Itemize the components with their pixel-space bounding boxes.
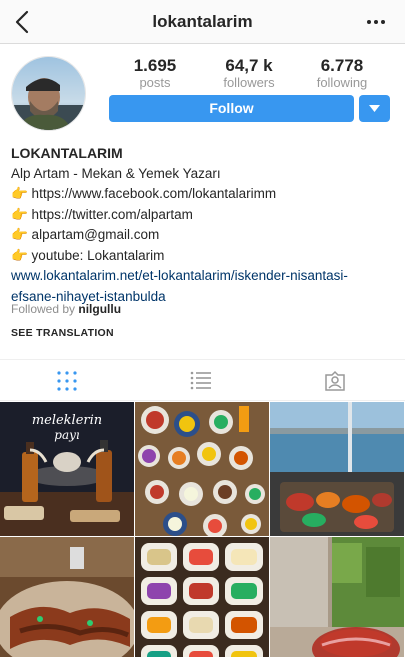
more-horizontal-icon[interactable] [365,14,387,30]
stat-posts[interactable]: 1.695 posts [115,57,195,91]
post-1-text-bottom: payı [54,428,80,442]
profile-avatar[interactable] [11,56,86,131]
follow-button[interactable]: Follow [109,95,354,122]
post-thumbnail-4[interactable] [0,537,134,657]
bio-line-youtube: 👉 youtube: Lokantalarim [11,247,165,263]
profile-view-tabs [0,359,405,401]
bio-line-email: 👉 alpartam@gmail.com [11,227,160,242]
website-link-line1[interactable]: www.lokantalarim.net/et-lokantalarim/isk… [11,266,396,287]
grid-icon[interactable] [56,370,78,392]
list-icon[interactable] [190,370,212,392]
tagged-icon[interactable] [324,370,346,392]
profile-full-name: LOKANTALARIM [11,145,123,161]
profile-username-title: lokantalarim [152,12,253,31]
followers-label: followers [223,75,275,90]
stat-followers[interactable]: 64,7 k followers [209,57,289,91]
followed-by-prefix: Followed by [11,302,76,316]
stat-following[interactable]: 6.778 following [302,57,382,91]
bio-subtitle: Alp Artam - Mekan & Yemek Yazarı [11,165,221,181]
following-count: 6.778 [320,56,364,75]
post-1-text-top: meleklerin [32,413,102,428]
post-thumbnail-3[interactable] [270,402,404,536]
top-navigation-bar: lokantalarim [0,0,405,44]
post-thumbnail-1[interactable]: meleklerin payı [0,402,134,536]
post-thumbnail-2[interactable] [135,402,269,536]
see-translation-button[interactable]: SEE TRANSLATION [11,327,114,339]
following-label: following [316,75,368,90]
posts-label: posts [139,75,171,90]
posts-count: 1.695 [133,56,177,75]
followed-by-text: Followed by nilgullu [11,302,121,316]
suggested-accounts-dropdown-button[interactable] [359,95,390,122]
bio-line-facebook: 👉 https://www.facebook.com/lokantalarimm [11,186,277,201]
post-thumbnail-5[interactable] [135,537,269,657]
bio-line-twitter: 👉 https://twitter.com/alpartam [11,206,193,222]
post-thumbnail-6[interactable] [270,537,404,657]
caret-down-icon [369,105,380,112]
profile-bio: LOKANTALARIM Alp Artam - Mekan & Yemek Y… [11,143,396,307]
followed-by-user[interactable]: nilgullu [78,302,121,316]
followers-count: 64,7 k [225,56,273,75]
